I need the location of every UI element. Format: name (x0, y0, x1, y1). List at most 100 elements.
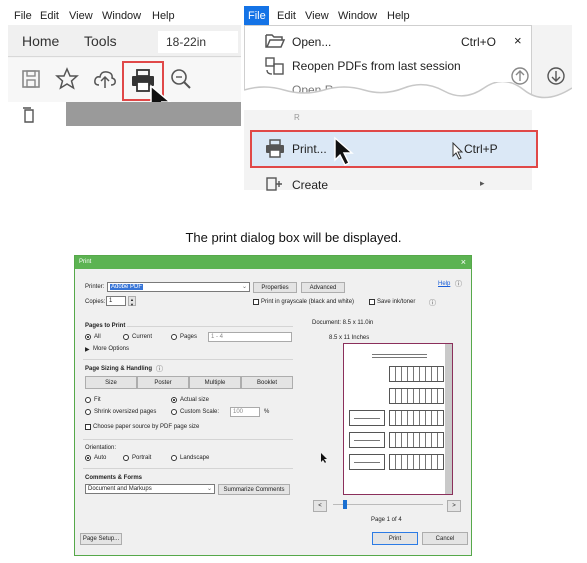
prev-page-button[interactable]: < (313, 500, 327, 512)
document-size-label: Document: 8.5 x 11.0in (312, 320, 374, 326)
tab-bar: Home Tools 18-22in LETTE (8, 25, 241, 71)
triangle-right-icon[interactable]: ▶ (85, 346, 90, 353)
radio-custom-scale[interactable] (171, 409, 177, 415)
menu-edit[interactable]: Edit (40, 10, 59, 22)
upload-cloud-icon[interactable] (92, 66, 118, 92)
radio-all-label: All (94, 334, 101, 340)
menu-help[interactable]: Help (387, 10, 410, 22)
mouse-cursor-icon (321, 453, 327, 463)
radio-pages[interactable] (171, 334, 177, 340)
close-icon[interactable]: × (461, 257, 466, 267)
menu-help[interactable]: Help (152, 10, 175, 22)
booklet-button[interactable]: Booklet (241, 376, 293, 389)
radio-shrink-label: Shrink oversized pages (94, 409, 157, 415)
comments-select[interactable]: Document and Markups ⌄ (85, 484, 215, 494)
page-slider-thumb[interactable] (343, 500, 347, 509)
help-link[interactable]: Help (438, 281, 450, 287)
radio-actual-size[interactable] (171, 397, 177, 403)
next-page-button[interactable]: > (447, 500, 461, 512)
size-button[interactable]: Size (85, 376, 137, 389)
preview-row (349, 432, 385, 448)
page-thumbnail-icon[interactable] (20, 106, 38, 124)
menu-view[interactable]: View (305, 10, 329, 22)
menu-view[interactable]: View (69, 10, 93, 22)
page-preview (343, 343, 453, 495)
print-dialog: Print × Printer: Adobe PDF ⌄ Properties … (74, 255, 472, 556)
properties-button[interactable]: Properties (253, 282, 297, 293)
page-setup-button[interactable]: Page Setup... (80, 533, 122, 545)
scale-input[interactable]: 100 (230, 407, 260, 417)
save-icon[interactable] (18, 66, 44, 92)
printer-label: Printer: (85, 284, 105, 290)
radio-auto[interactable] (85, 455, 91, 461)
chevron-down-icon: ⌄ (206, 486, 212, 492)
info-icon: ⓘ (156, 366, 163, 373)
preview-row (389, 454, 444, 470)
toolbar (8, 58, 241, 116)
multiple-button[interactable]: Multiple (189, 376, 241, 389)
sizing-title: Page Sizing & Handling (85, 366, 153, 372)
save-ink-label: Save ink/toner (377, 299, 416, 305)
reopen-icon (265, 57, 284, 75)
radio-current[interactable] (123, 334, 129, 340)
page-slider-track[interactable] (333, 504, 443, 505)
comments-title: Comments & Forms (85, 475, 143, 481)
radio-fit[interactable] (85, 397, 91, 403)
menu-item-print-highlight[interactable]: Print... Ctrl+P (250, 130, 538, 168)
menu-item-create[interactable]: Create (292, 178, 328, 192)
printer-select[interactable]: Adobe PDF ⌄ (107, 282, 250, 292)
menu-window[interactable]: Window (102, 10, 141, 22)
radio-all[interactable] (85, 334, 91, 340)
star-icon[interactable] (54, 66, 80, 92)
shortcut-print: Ctrl+P (464, 142, 498, 156)
pages-range-input[interactable]: 1 - 4 (208, 332, 292, 342)
preview-row (389, 432, 444, 448)
menu-window[interactable]: Window (338, 10, 377, 22)
copies-stepper[interactable]: ▲ ▼ (128, 296, 136, 307)
print-button[interactable]: Print (372, 532, 418, 545)
radio-landscape-label: Landscape (180, 455, 210, 461)
menu-bar: File Edit View Window Help (8, 6, 241, 25)
tab-document[interactable]: 18-22in LETTE (158, 31, 238, 71)
advanced-button[interactable]: Advanced (301, 282, 345, 293)
small-cursor-icon (452, 142, 464, 160)
preview-row (349, 454, 385, 470)
radio-portrait[interactable] (123, 455, 129, 461)
paper-source-label: Choose paper source by PDF page size (93, 424, 200, 430)
cancel-button[interactable]: Cancel (422, 532, 468, 545)
printer-icon (266, 139, 284, 158)
preview-row (389, 388, 444, 404)
menu-bar: File Edit View Window Help (244, 6, 572, 25)
menu-edit[interactable]: Edit (277, 10, 296, 22)
paper-source-checkbox[interactable] (85, 424, 91, 430)
menu-file[interactable]: File (248, 10, 266, 22)
preview-row (389, 410, 444, 426)
mouse-cursor-icon (334, 136, 354, 166)
grayscale-label: Print in grayscale (black and white) (261, 299, 355, 305)
document-area (66, 102, 241, 126)
menu-file[interactable]: File (14, 10, 32, 22)
grayscale-checkbox[interactable] (253, 299, 259, 305)
menu-item-open[interactable]: Open... (292, 35, 331, 49)
pages-to-print-title: Pages to Print (85, 323, 126, 329)
torn-edge (244, 82, 572, 112)
tab-home[interactable]: Home (22, 33, 59, 49)
radio-shrink[interactable] (85, 409, 91, 415)
menu-item-print[interactable]: Print... (292, 142, 327, 156)
menu-item-reopen[interactable]: Reopen PDFs from last session (292, 59, 461, 73)
radio-custom-scale-label: Custom Scale: (180, 409, 220, 415)
info-icon: ⓘ (455, 281, 462, 288)
poster-button[interactable]: Poster (137, 376, 189, 389)
copies-input[interactable]: 1 (106, 296, 126, 306)
preview-row (389, 366, 444, 382)
paper-size-label: 8.5 x 11 Inches (329, 335, 370, 341)
radio-auto-label: Auto (94, 455, 107, 461)
preview-row (349, 410, 385, 426)
summarize-comments-button[interactable]: Summarize Comments (218, 484, 290, 495)
save-ink-checkbox[interactable] (369, 299, 375, 305)
create-icon (266, 177, 282, 191)
radio-landscape[interactable] (171, 455, 177, 461)
tab-tools[interactable]: Tools (84, 33, 117, 49)
close-icon[interactable]: × (514, 33, 522, 48)
more-options-link[interactable]: More Options (93, 346, 129, 352)
